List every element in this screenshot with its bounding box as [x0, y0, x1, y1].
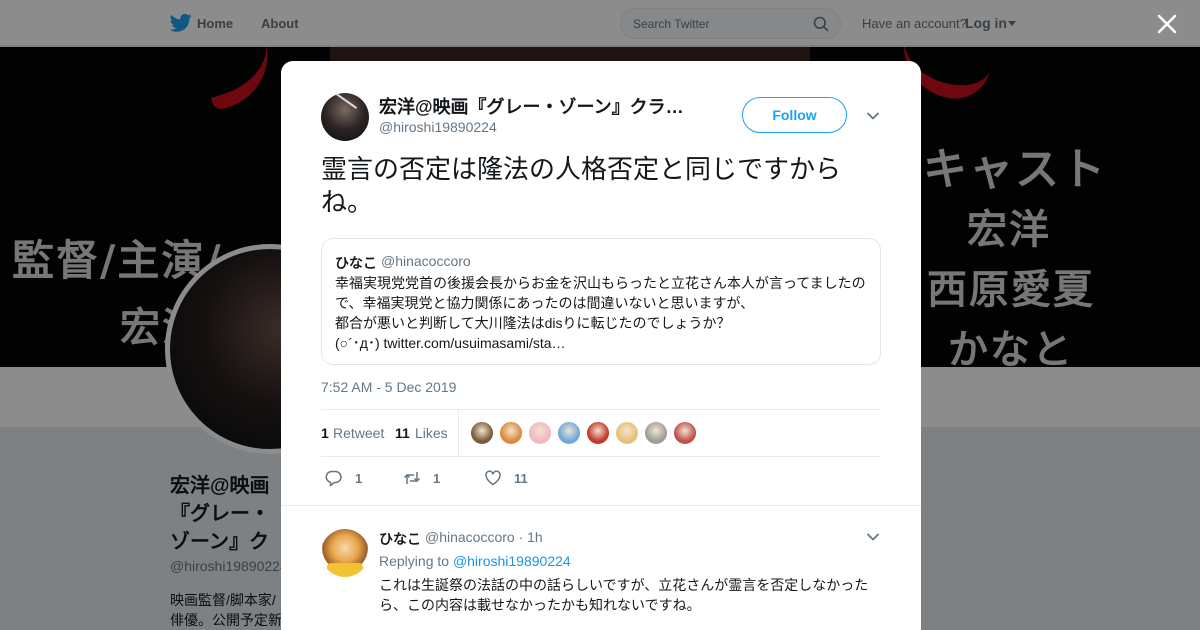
quoted-author-handle: @hinacoccoro [381, 253, 471, 269]
reply-icon[interactable] [325, 469, 343, 487]
retweet-label[interactable]: Retweet [333, 425, 384, 441]
likes-label[interactable]: Likes [415, 425, 448, 441]
quoted-author-name: ひなこ [335, 255, 377, 271]
liker-avatar[interactable] [644, 421, 668, 445]
reply-text-line: ら、この内容は載せなかったかも知れないですね。 [379, 597, 701, 613]
tweet-text: 霊言の否定は隆法の人格否定と同じですからね。 [321, 154, 842, 217]
reply-author-avatar[interactable] [321, 529, 369, 577]
close-icon[interactable] [1155, 12, 1179, 36]
reply-count: 1 [355, 471, 363, 486]
chevron-down-icon[interactable] [866, 109, 880, 123]
quoted-text-line: 幸福実現党党首の後援会長からお金を沢山もらったと立花さん本人が言ってましたの [335, 275, 866, 291]
tweet-timestamp[interactable]: 7:52 AM - 5 Dec 2019 [321, 379, 456, 395]
liker-avatar[interactable] [470, 421, 494, 445]
reply-text: これは生誕祭の法話の中の話らしいですが、立花さんが霊言を否定しなかった ら、この… [379, 575, 879, 615]
like-action-count: 11 [514, 471, 528, 486]
stats-divider [458, 410, 459, 456]
quoted-tweet-text: 幸福実現党党首の後援会長からお金を沢山もらったと立花さん本人が言ってましたの で… [335, 273, 875, 353]
quoted-text-line: (○´･д･) twitter.com/usuimasami/sta… [335, 335, 566, 351]
tweet-stats: 1 Retweet 11 Likes [321, 409, 881, 457]
liker-avatar[interactable] [673, 421, 697, 445]
heart-icon[interactable] [484, 469, 502, 487]
chevron-down-icon[interactable] [866, 530, 880, 544]
replying-to-label: Replying to [379, 553, 450, 569]
retweet-icon[interactable] [403, 469, 421, 487]
liker-avatar[interactable] [586, 421, 610, 445]
replying-to-handle[interactable]: @hiroshi19890224 [453, 553, 571, 569]
reply-divider [281, 505, 921, 506]
liker-avatar[interactable] [499, 421, 523, 445]
follow-button[interactable]: Follow [742, 97, 847, 133]
liker-avatar[interactable] [557, 421, 581, 445]
reply-author-meta[interactable]: @hinacoccoro · 1h [425, 529, 543, 545]
quoted-tweet[interactable]: ひなこ @hinacoccoro 幸福実現党党首の後援会長からお金を沢山もらった… [321, 238, 881, 365]
reply-text-line: これは生誕祭の法話の中の話らしいですが、立花さんが霊言を否定しなかった [379, 577, 869, 593]
reply-author-name[interactable]: ひなこ [379, 529, 421, 549]
quoted-text-line: 都合が悪いと判断して大川隆法はdisりに転じたのでしょうか？ [335, 315, 731, 331]
replying-to: Replying to @hiroshi19890224 [379, 553, 571, 569]
tweet-modal: 宏洋@映画『グレー・ゾーン』クラ… @hiroshi19890224 Follo… [281, 61, 921, 630]
retweet-count[interactable]: 1 [321, 425, 329, 441]
liker-avatar[interactable] [615, 421, 639, 445]
author-handle[interactable]: @hiroshi19890224 [379, 119, 497, 135]
author-avatar[interactable] [321, 93, 369, 141]
retweet-action-count: 1 [433, 471, 441, 486]
author-name[interactable]: 宏洋@映画『グレー・ゾーン』クラ… [379, 93, 689, 119]
like-count[interactable]: 11 [395, 425, 410, 441]
quoted-text-line: で、幸福実現党と協力関係にあったのは間違いないと思いますが、 [335, 295, 755, 311]
liker-avatar[interactable] [528, 421, 552, 445]
